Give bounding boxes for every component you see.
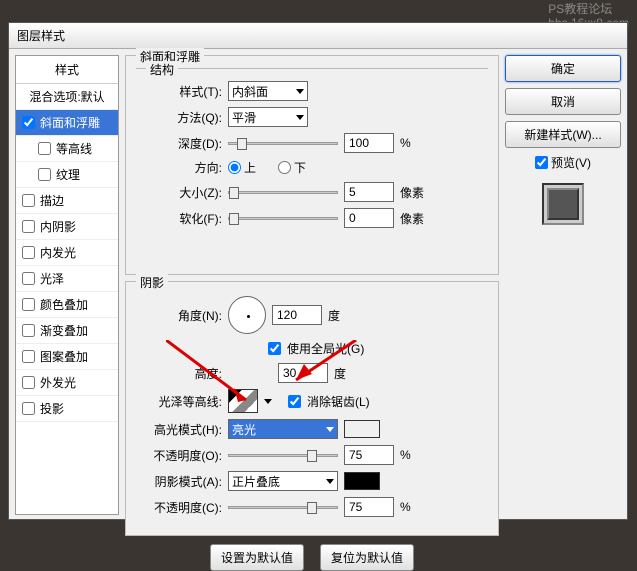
size-unit: 像素 [400, 184, 424, 201]
angle-dial[interactable] [228, 296, 266, 334]
highlight-opacity-slider[interactable] [228, 454, 338, 457]
gloss-contour-swatch[interactable] [228, 389, 258, 413]
cancel-button[interactable]: 取消 [505, 88, 621, 115]
direction-up[interactable]: 上 [228, 159, 256, 176]
style-contour[interactable]: 等高线 [16, 136, 118, 162]
shadow-mode-label: 阴影模式(A): [136, 473, 222, 490]
shadow-mode-select[interactable]: 正片叠底 [228, 471, 338, 491]
highlight-color-swatch[interactable] [344, 420, 380, 438]
depth-input[interactable] [344, 133, 394, 153]
checkbox-bevel[interactable] [22, 116, 35, 129]
shadow-opacity-input[interactable] [344, 497, 394, 517]
style-satin[interactable]: 光泽 [16, 266, 118, 292]
style-texture[interactable]: 纹理 [16, 162, 118, 188]
titlebar: 图层样式 [9, 23, 627, 49]
style-bevel-emboss[interactable]: 斜面和浮雕 [16, 110, 118, 136]
highlight-mode-select[interactable]: 亮光 [228, 419, 338, 439]
technique-select[interactable]: 平滑 [228, 107, 308, 127]
technique-label: 方法(Q): [136, 109, 222, 126]
checkbox-contour[interactable] [38, 142, 51, 155]
chevron-down-icon [326, 479, 334, 484]
chevron-down-icon [296, 89, 304, 94]
depth-label: 深度(D): [136, 135, 222, 152]
chevron-down-icon [326, 427, 334, 432]
reset-default-button[interactable]: 复位为默认值 [320, 544, 414, 571]
new-style-button[interactable]: 新建样式(W)... [505, 121, 621, 148]
chevron-down-icon [296, 115, 304, 120]
shading-title: 阴影 [136, 274, 168, 291]
checkbox-pattern-overlay[interactable] [22, 350, 35, 363]
shading-group: 阴影 角度(N): 度 使用全局光(G) 高度: 度 光泽等高线: 消除锯齿(L… [125, 281, 499, 536]
highlight-opacity-input[interactable] [344, 445, 394, 465]
highlight-opacity-label: 不透明度(O): [136, 447, 222, 464]
angle-label: 角度(N): [136, 307, 222, 324]
altitude-label: 高度: [136, 365, 222, 382]
preview-toggle[interactable]: 预览(V) [505, 154, 621, 171]
style-label: 样式(T): [136, 83, 222, 100]
styles-list: 样式 混合选项:默认 斜面和浮雕 等高线 纹理 描边 内阴影 内发光 光泽 颜色… [15, 55, 119, 515]
size-slider[interactable] [228, 191, 338, 194]
structure-title: 结构 [146, 61, 178, 78]
style-color-overlay[interactable]: 颜色叠加 [16, 292, 118, 318]
blending-options-row[interactable]: 混合选项:默认 [16, 84, 118, 110]
checkbox-satin[interactable] [22, 272, 35, 285]
soften-label: 软化(F): [136, 210, 222, 227]
dialog-title: 图层样式 [17, 29, 65, 43]
highlight-mode-label: 高光模式(H): [136, 421, 222, 438]
checkbox-inner-shadow[interactable] [22, 220, 35, 233]
style-stroke[interactable]: 描边 [16, 188, 118, 214]
soften-unit: 像素 [400, 210, 424, 227]
altitude-input[interactable] [278, 363, 328, 383]
antialias-label: 消除锯齿(L) [307, 393, 370, 410]
global-light-checkbox[interactable] [268, 342, 281, 355]
styles-header: 样式 [16, 56, 118, 84]
checkbox-texture[interactable] [38, 168, 51, 181]
gloss-label: 光泽等高线: [136, 393, 222, 410]
style-inner-glow[interactable]: 内发光 [16, 240, 118, 266]
size-input[interactable] [344, 182, 394, 202]
checkbox-color-overlay[interactable] [22, 298, 35, 311]
shadow-opacity-slider[interactable] [228, 506, 338, 509]
preview-swatch [542, 183, 584, 225]
style-inner-shadow[interactable]: 内阴影 [16, 214, 118, 240]
checkbox-inner-glow[interactable] [22, 246, 35, 259]
checkbox-drop-shadow[interactable] [22, 402, 35, 415]
style-outer-glow[interactable]: 外发光 [16, 370, 118, 396]
depth-slider[interactable] [228, 142, 338, 145]
bevel-group: 斜面和浮雕 结构 样式(T): 内斜面 方法(Q): 平滑 深度(D): % 方… [125, 55, 499, 275]
shadow-opacity-label: 不透明度(C): [136, 499, 222, 516]
depth-unit: % [400, 136, 411, 150]
style-select[interactable]: 内斜面 [228, 81, 308, 101]
watermark-line1: PS教程论坛 [548, 2, 629, 16]
style-gradient-overlay[interactable]: 渐变叠加 [16, 318, 118, 344]
soften-slider[interactable] [228, 217, 338, 220]
direction-down[interactable]: 下 [278, 159, 306, 176]
global-light-label: 使用全局光(G) [287, 340, 364, 357]
checkbox-gradient-overlay[interactable] [22, 324, 35, 337]
soften-input[interactable] [344, 208, 394, 228]
ok-button[interactable]: 确定 [505, 55, 621, 82]
antialias-checkbox[interactable] [288, 395, 301, 408]
angle-input[interactable] [272, 305, 322, 325]
layer-style-dialog: 图层样式 样式 混合选项:默认 斜面和浮雕 等高线 纹理 描边 内阴影 内发光 … [8, 22, 628, 520]
style-pattern-overlay[interactable]: 图案叠加 [16, 344, 118, 370]
direction-label: 方向: [136, 159, 222, 176]
checkbox-outer-glow[interactable] [22, 376, 35, 389]
shadow-color-swatch[interactable] [344, 472, 380, 490]
style-drop-shadow[interactable]: 投影 [16, 396, 118, 422]
chevron-down-icon[interactable] [264, 399, 272, 404]
checkbox-stroke[interactable] [22, 194, 35, 207]
size-label: 大小(Z): [136, 184, 222, 201]
make-default-button[interactable]: 设置为默认值 [210, 544, 304, 571]
